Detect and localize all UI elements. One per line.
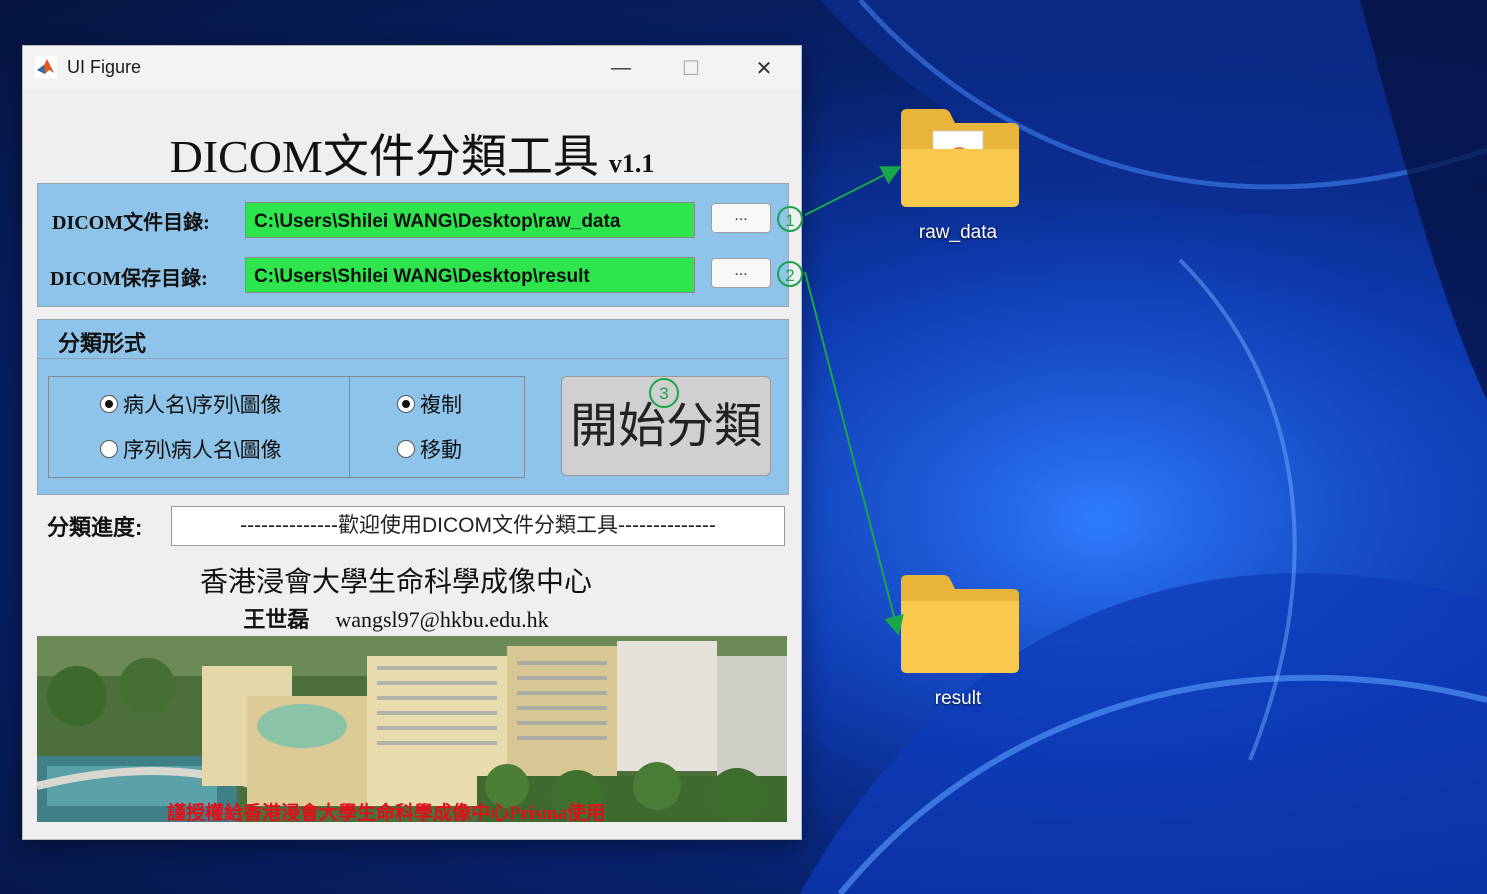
source-dir-field[interactable]: C:\Users\Shilei WANG\Desktop\raw_data (245, 202, 695, 238)
radio-label: 移動 (420, 439, 462, 462)
minimize-button[interactable]: — (586, 46, 656, 90)
desktop-icon-raw-data[interactable]: raw_data (893, 105, 1023, 244)
photo-caption: 謹授權給香港浸會大學生命科學成像中心Prisma使用 (167, 803, 606, 822)
group-divider (38, 358, 788, 359)
app-title: DICOM文件分類工具 v1.1 (23, 120, 801, 186)
app-version: v1.1 (608, 149, 655, 178)
dest-browse-button[interactable]: ... (711, 258, 771, 288)
step-2-marker: 2 (777, 261, 803, 287)
maximize-icon: ☐ (682, 57, 700, 80)
path-panel: DICOM文件目錄: C:\Users\Shilei WANG\Desktop\… (37, 183, 803, 307)
desktop-icon-label: raw_data (918, 222, 998, 243)
minimize-icon: — (611, 56, 631, 79)
progress-status-field: --------------歡迎使用DICOM文件分類工具-----------… (171, 506, 785, 546)
source-browse-button[interactable]: ... (711, 203, 771, 233)
folder-icon (901, 575, 1019, 673)
figure-content: DICOM文件分類工具 v1.1 DICOM文件目錄: C:\Users\Shil… (23, 90, 803, 839)
close-icon: ✕ (755, 57, 773, 80)
campus-photo-illustration (37, 636, 787, 822)
maximize-button[interactable]: ☐ (656, 46, 726, 90)
source-dir-label: DICOM文件目錄: (52, 212, 210, 234)
dest-dir-label: DICOM保存目錄: (50, 268, 208, 290)
dest-dir-field[interactable]: C:\Users\Shilei WANG\Desktop\result (245, 257, 695, 293)
author-line: 王世磊 wangsl97@hkbu.edu.hk (7, 602, 785, 634)
campus-photo: 謹授權給香港浸會大學生命科學成像中心Prisma使用 (37, 636, 787, 822)
radio-label: 複制 (420, 394, 462, 417)
desktop-icon-result[interactable]: result (893, 571, 1023, 710)
author-email: wangsl97@hkbu.edu.hk (335, 607, 549, 632)
app-title-main: DICOM文件分類工具 (169, 131, 599, 182)
radio-unselected-icon (397, 440, 415, 458)
step-3-marker: 3 (649, 378, 679, 408)
radio-mode-move[interactable]: 移動 (397, 434, 462, 464)
radio-mode-copy[interactable]: 複制 (397, 389, 462, 419)
close-button[interactable]: ✕ (729, 46, 799, 90)
radio-selected-icon (397, 395, 415, 413)
folder-icon (901, 109, 1019, 207)
app-window: UI Figure — ☐ ✕ DICOM文件分類工具 v1.1 DICOM文件目… (22, 45, 803, 840)
organization-name: 香港浸會大學生命科學成像中心 (199, 567, 592, 598)
radio-order-patient-series-image[interactable]: 病人名\序列\圖像 (100, 389, 282, 419)
radio-unselected-icon (100, 440, 118, 458)
radio-label: 病人名\序列\圖像 (123, 394, 282, 417)
window-title: UI Figure (67, 57, 142, 77)
radio-label: 序列\病人名\圖像 (123, 439, 282, 462)
author-name: 王世磊 (243, 607, 310, 632)
classification-group-title: 分類形式 (58, 331, 147, 356)
matlab-icon (35, 56, 57, 78)
title-bar[interactable]: UI Figure — ☐ ✕ (23, 46, 801, 90)
step-1-marker: 1 (777, 206, 803, 232)
desktop-icon-label: result (934, 688, 982, 709)
radio-order-series-patient-image[interactable]: 序列\病人名\圖像 (100, 434, 282, 464)
radio-selected-icon (100, 395, 118, 413)
progress-label: 分類進度: (47, 515, 143, 540)
